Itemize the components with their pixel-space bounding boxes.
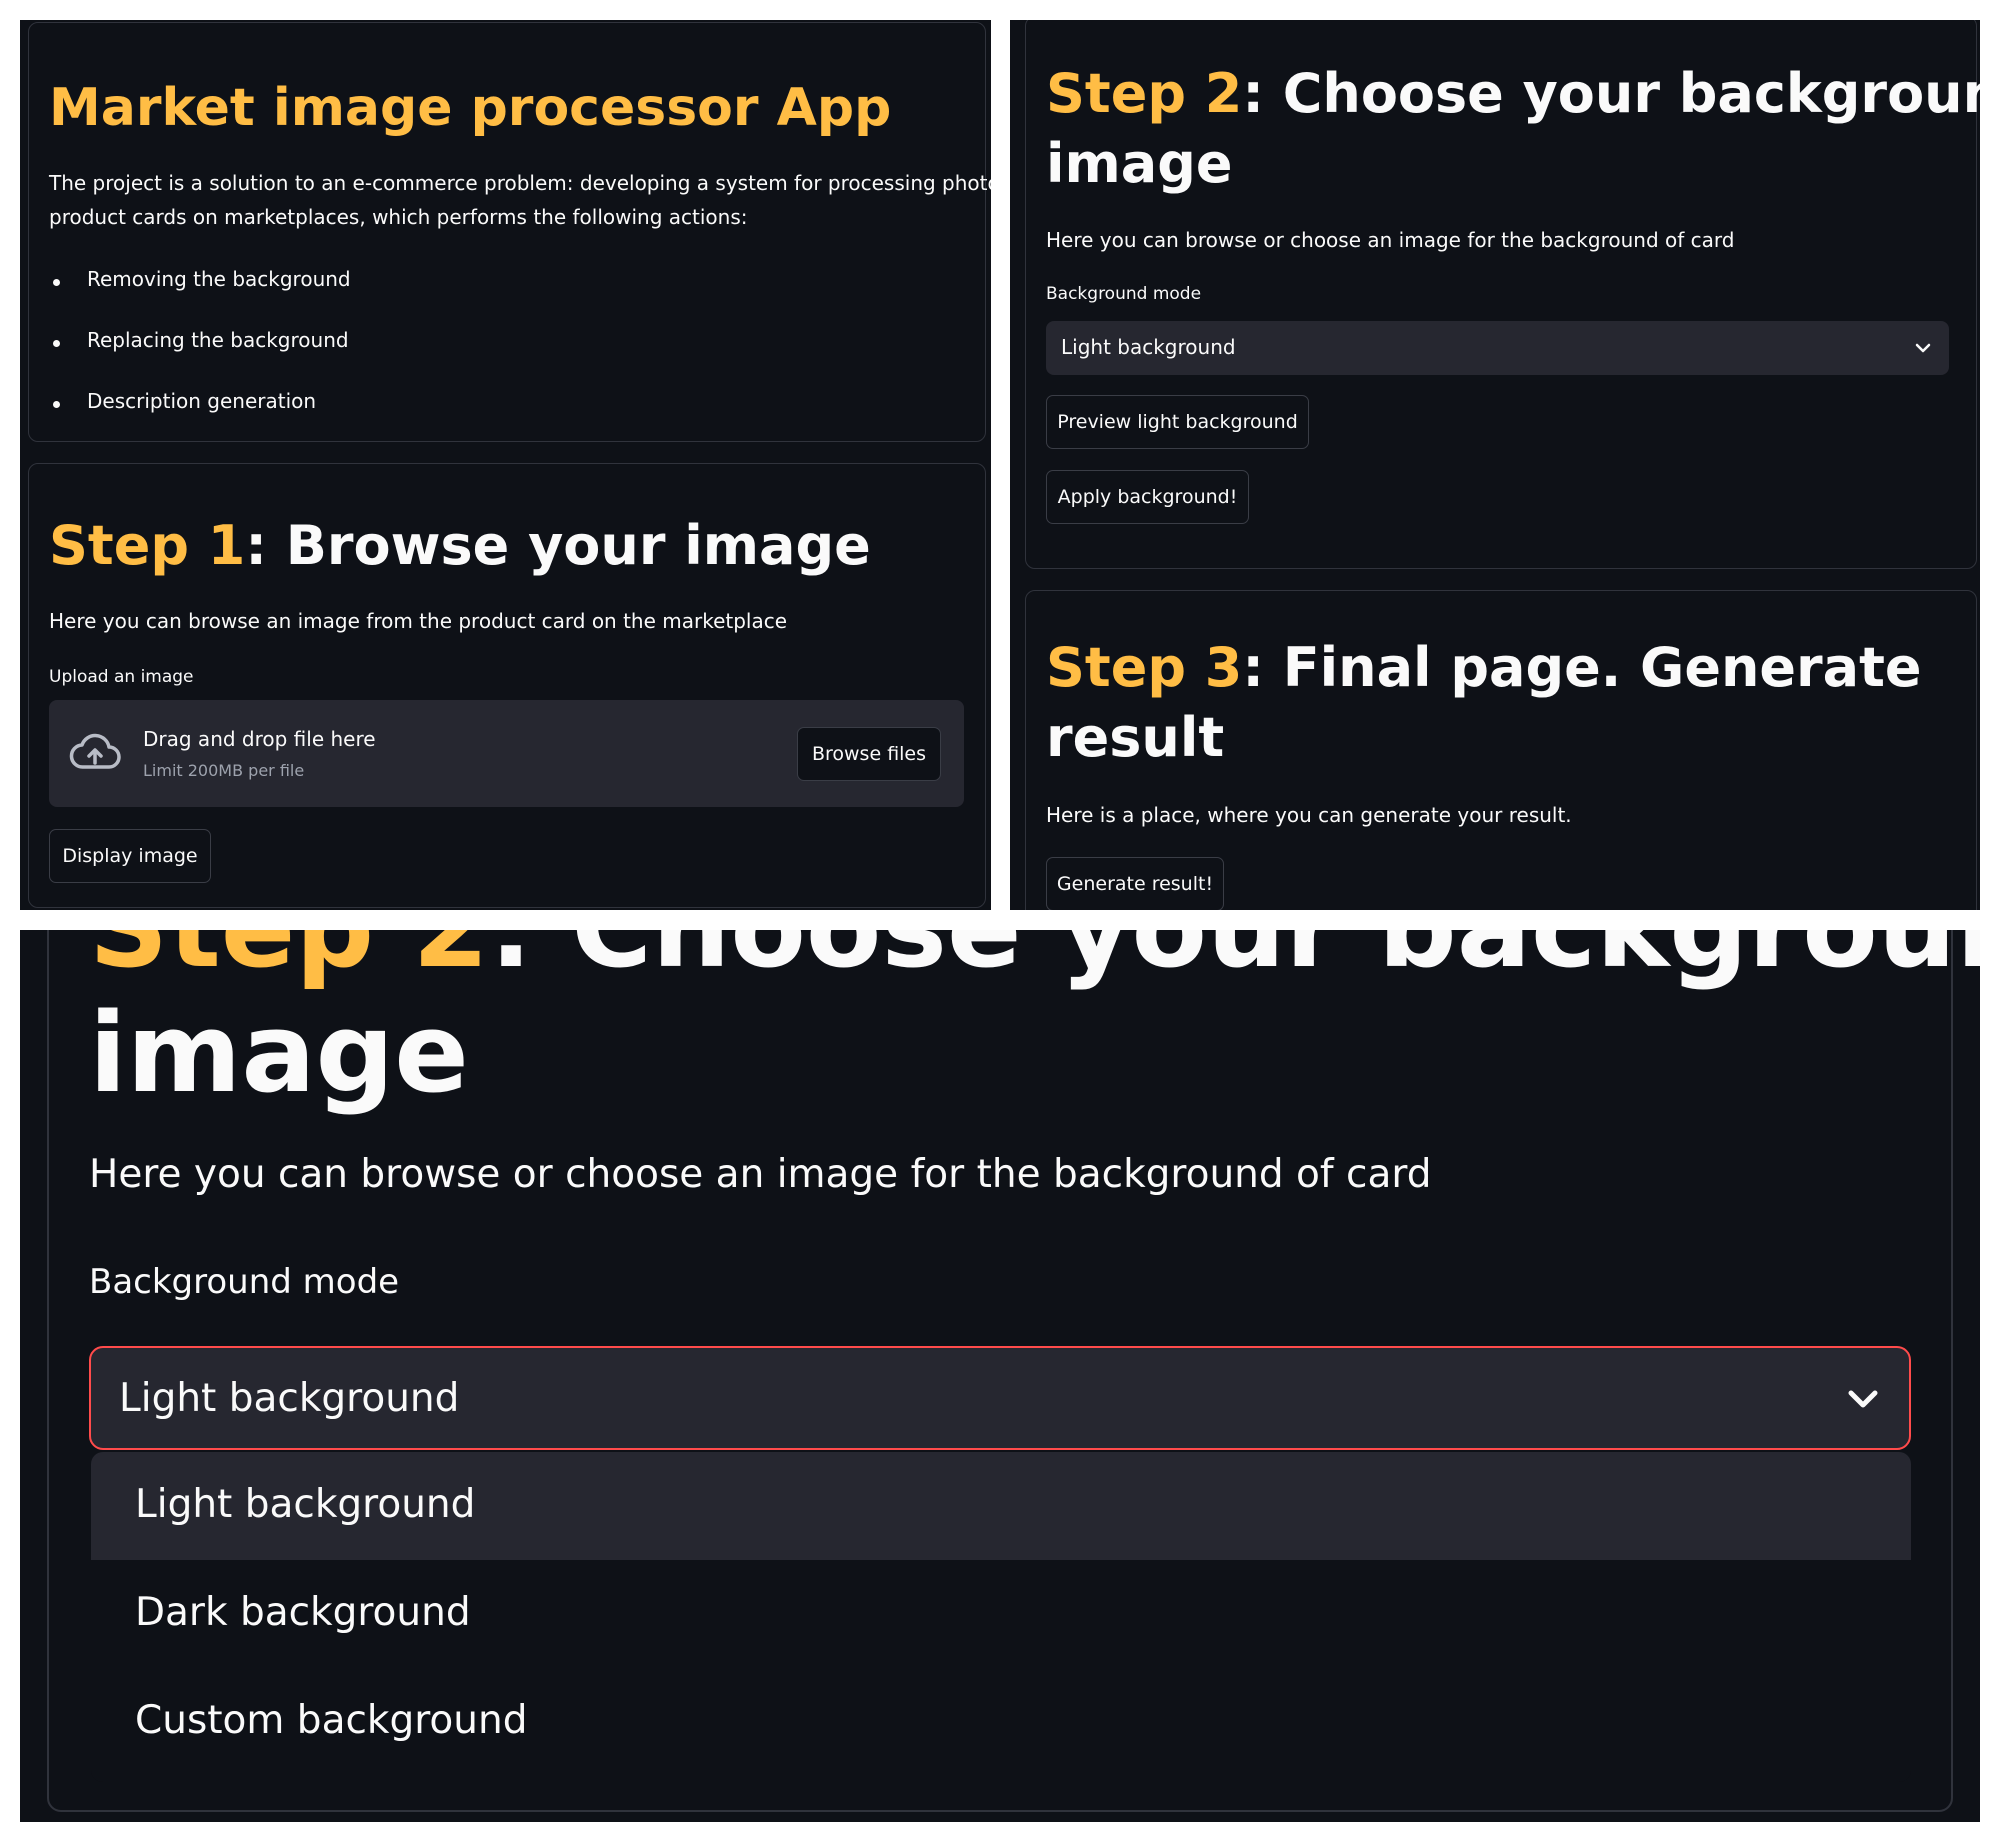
step1-description: Here you can browse an image from the pr… — [49, 609, 788, 633]
browse-files-button[interactable]: Browse files — [797, 727, 941, 781]
zoomed-background-mode-select[interactable]: Light background — [89, 1346, 1911, 1450]
background-mode-select[interactable]: Light background — [1046, 321, 1949, 375]
screenshot-zoomed: Step 2: Choose your background image Her… — [20, 930, 1980, 1822]
bullet-dot — [53, 340, 60, 347]
step3-card: Step 3: Final page. Generate result Here… — [1025, 590, 1977, 910]
screenshot-left: Market image processor App The project i… — [20, 20, 991, 910]
zoomed-heading-line2: image — [89, 989, 469, 1117]
feature-list-item: Description generation — [87, 389, 317, 413]
step3-heading-line2: result — [1046, 706, 1225, 769]
step2-title: : Choose your background — [1242, 62, 1980, 125]
background-mode-value: Light background — [1061, 335, 1236, 359]
preview-light-background-button[interactable]: Preview light background — [1046, 395, 1309, 449]
zoomed-select-value: Light background — [119, 1376, 460, 1421]
dropdown-menu: Light background Dark background Custom … — [91, 1452, 1911, 1782]
zoomed-description: Here you can browse or choose an image f… — [89, 1152, 1432, 1197]
generate-result-button[interactable]: Generate result! — [1046, 857, 1224, 910]
chevron-down-icon — [1845, 1384, 1881, 1418]
bullet-dot — [53, 279, 60, 286]
apply-background-button[interactable]: Apply background! — [1046, 470, 1249, 524]
background-mode-label: Background mode — [1046, 284, 1202, 304]
feature-list-item: Removing the background — [87, 267, 351, 291]
step2-heading-line2: image — [1046, 132, 1233, 195]
dropzone-text: Drag and drop file here — [143, 727, 376, 751]
feature-list-item: Replacing the background — [87, 328, 349, 352]
dropzone-limit: Limit 200MB per file — [143, 761, 305, 780]
dropdown-option-label: Dark background — [135, 1590, 471, 1635]
app-description-line1: The project is a solution to an e-commer… — [49, 171, 991, 195]
zoomed-heading-cut: Step 2: Choose your background — [89, 930, 1980, 992]
zoomed-heading-rest: : Choose your background — [489, 930, 1980, 992]
step2-heading-line1: Step 2: Choose your background — [1046, 62, 1980, 125]
app-title: Market image processor App — [49, 78, 892, 138]
step3-number: Step 3 — [1046, 636, 1243, 699]
dropdown-option-label: Custom background — [135, 1698, 528, 1743]
bullet-dot — [53, 401, 60, 408]
step3-description: Here is a place, where you can generate … — [1046, 803, 1572, 827]
step3-title: : Final page. Generate — [1242, 636, 1922, 699]
zoomed-step2-card: Step 2: Choose your background image Her… — [47, 930, 1980, 1812]
zoomed-select-label: Background mode — [89, 1262, 400, 1302]
dropdown-option[interactable]: Light background — [91, 1452, 1911, 1560]
step2-number: Step 2 — [1046, 62, 1243, 125]
step1-card: Step 1: Browse your image Here you can b… — [28, 463, 986, 908]
zoomed-step-number: Step 2 — [89, 930, 489, 992]
step2-card: Step 2: Choose your background image Her… — [1025, 20, 1980, 569]
dropdown-option-label: Light background — [135, 1482, 476, 1527]
step1-heading: Step 1: Browse your image — [49, 514, 871, 577]
display-image-button[interactable]: Display image — [49, 829, 211, 883]
cloud-upload-icon — [69, 733, 121, 777]
app-description-line2: product cards on marketplaces, which per… — [49, 205, 748, 229]
step2-description: Here you can browse or choose an image f… — [1046, 228, 1735, 252]
dropdown-option[interactable]: Dark background — [91, 1560, 1911, 1668]
app-intro-card: Market image processor App The project i… — [28, 22, 991, 442]
chevron-down-icon — [1914, 339, 1932, 361]
screenshot-right: Step 2: Choose your background image Her… — [1010, 20, 1980, 910]
step1-number: Step 1 — [49, 514, 246, 577]
step1-title: : Browse your image — [245, 514, 871, 577]
dropdown-option[interactable]: Custom background — [91, 1668, 1911, 1776]
upload-label: Upload an image — [49, 667, 194, 687]
file-dropzone[interactable]: Drag and drop file here Limit 200MB per … — [49, 700, 964, 807]
step3-heading-line1: Step 3: Final page. Generate — [1046, 636, 1922, 699]
